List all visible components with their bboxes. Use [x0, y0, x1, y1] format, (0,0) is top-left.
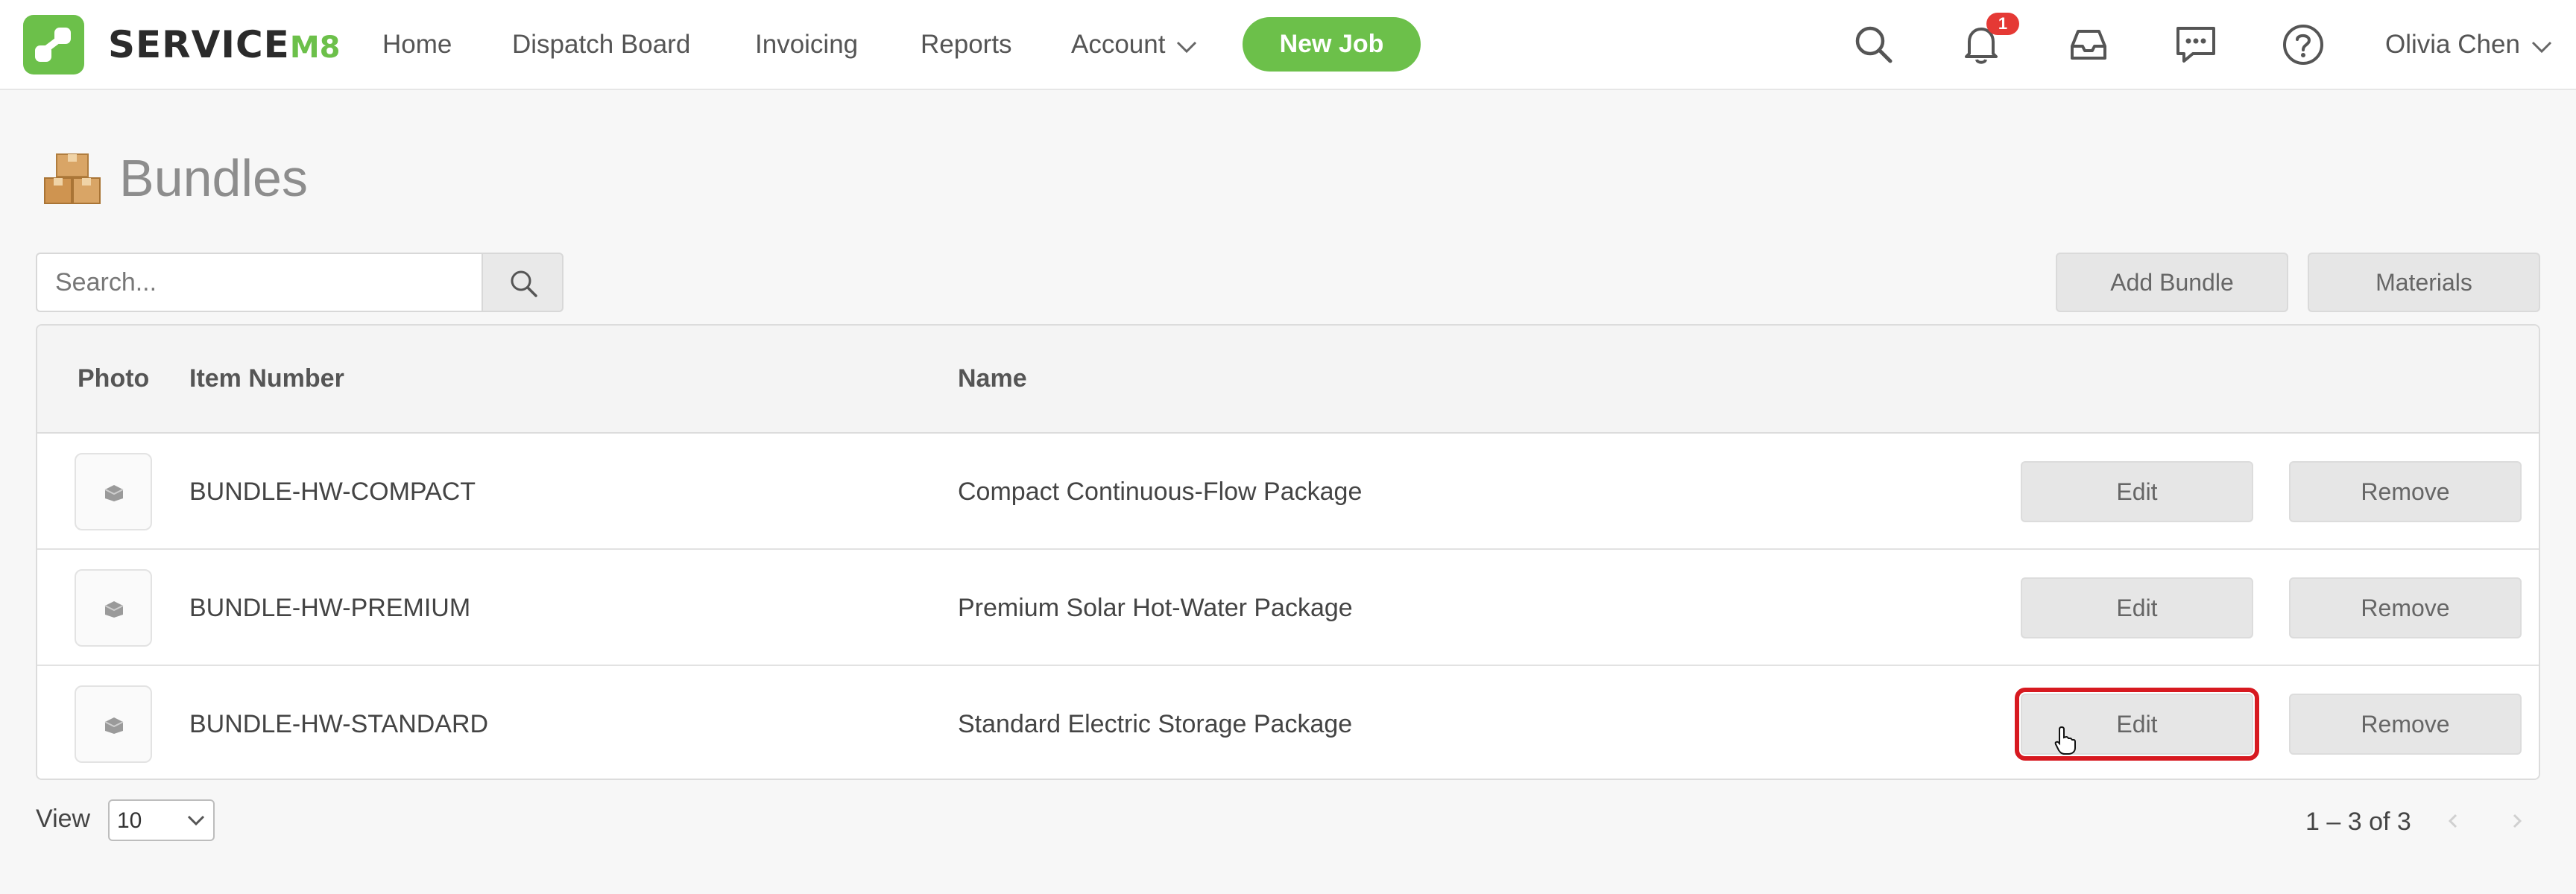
edit-button[interactable]: Edit [2021, 577, 2253, 638]
column-header-item-number[interactable]: Item Number [189, 363, 344, 394]
remove-button[interactable]: Remove [2289, 461, 2522, 522]
placeholder-image-icon [104, 485, 124, 501]
add-bundle-button[interactable]: Add Bundle [2056, 253, 2288, 312]
page-size-value: 10 [117, 808, 142, 833]
bundles-table: Photo Item Number Name BUNDLE-HW-COMPACT… [36, 324, 2540, 780]
logo-wordmark-suffix: M8 [289, 31, 341, 65]
chevron-right-icon [2513, 814, 2522, 828]
placeholder-image-icon [104, 717, 124, 734]
table-row[interactable]: BUNDLE-HW-STANDARD Standard Electric Sto… [37, 666, 2539, 779]
edit-button[interactable]: Edit [2021, 461, 2253, 522]
servicem8-logo-mark[interactable] [23, 15, 84, 74]
new-job-button[interactable]: New Job [1243, 17, 1421, 72]
top-navigation-bar: SERVICEM8 Home Dispatch Board Invoicing … [0, 0, 2576, 90]
logo-icon [35, 28, 71, 62]
bundle-photo-thumbnail[interactable] [75, 453, 152, 530]
nav-invoicing[interactable]: Invoicing [755, 25, 858, 64]
chevron-down-icon [2531, 27, 2553, 66]
nav-account-label: Account [1071, 30, 1166, 59]
nav-reports[interactable]: Reports [921, 25, 1012, 64]
placeholder-image-icon [104, 601, 124, 618]
search-input[interactable] [36, 253, 483, 312]
search-button[interactable] [482, 253, 564, 312]
notification-count-badge: 1 [1986, 13, 2019, 35]
column-header-photo: Photo [78, 364, 150, 393]
logo-wordmark: SERVICE [108, 23, 290, 66]
user-menu[interactable]: Olivia Chen [2385, 25, 2553, 64]
column-header-name[interactable]: Name [958, 363, 1027, 394]
remove-button[interactable]: Remove [2289, 577, 2522, 638]
next-page-button[interactable] [2498, 801, 2536, 841]
remove-button[interactable]: Remove [2289, 694, 2522, 755]
chevron-left-icon [2448, 814, 2457, 828]
page-title: Bundles [119, 149, 308, 207]
item-number-cell: BUNDLE-HW-PREMIUM [189, 594, 471, 622]
page-size-select[interactable]: 10 [108, 799, 215, 841]
bundle-photo-thumbnail[interactable] [75, 569, 152, 647]
nav-account[interactable]: Account [1071, 25, 1198, 64]
chevron-down-icon [1175, 27, 1198, 66]
hand-cursor-icon [2054, 726, 2077, 755]
search-icon[interactable] [1850, 21, 1898, 69]
help-icon[interactable] [2279, 21, 2327, 69]
user-name: Olivia Chen [2385, 30, 2520, 59]
chat-icon[interactable] [2172, 21, 2220, 69]
search-icon [511, 270, 537, 297]
item-number-cell: BUNDLE-HW-STANDARD [189, 710, 489, 738]
bundle-name-cell: Standard Electric Storage Package [958, 710, 1353, 738]
table-row[interactable]: BUNDLE-HW-PREMIUM Premium Solar Hot-Wate… [37, 550, 2539, 666]
table-header: Photo Item Number Name [37, 326, 2539, 434]
item-number-cell: BUNDLE-HW-COMPACT [189, 478, 476, 506]
nav-home[interactable]: Home [382, 25, 452, 64]
bundle-name-cell: Compact Continuous-Flow Package [958, 478, 1363, 506]
bundle-photo-thumbnail[interactable] [75, 685, 152, 763]
view-label: View [36, 805, 91, 833]
pagination-info: 1 – 3 of 3 [2305, 808, 2411, 836]
bundle-name-cell: Premium Solar Hot-Water Package [958, 594, 1353, 622]
table-row[interactable]: BUNDLE-HW-COMPACT Compact Continuous-Flo… [37, 434, 2539, 550]
servicem8-logo-text[interactable]: SERVICEM8 [108, 22, 340, 67]
nav-dispatch-board[interactable]: Dispatch Board [512, 25, 690, 64]
inbox-icon[interactable] [2065, 21, 2112, 69]
previous-page-button[interactable] [2434, 801, 2472, 841]
chevron-down-icon [187, 815, 205, 826]
materials-button[interactable]: Materials [2308, 253, 2540, 312]
boxes-icon [43, 153, 101, 205]
